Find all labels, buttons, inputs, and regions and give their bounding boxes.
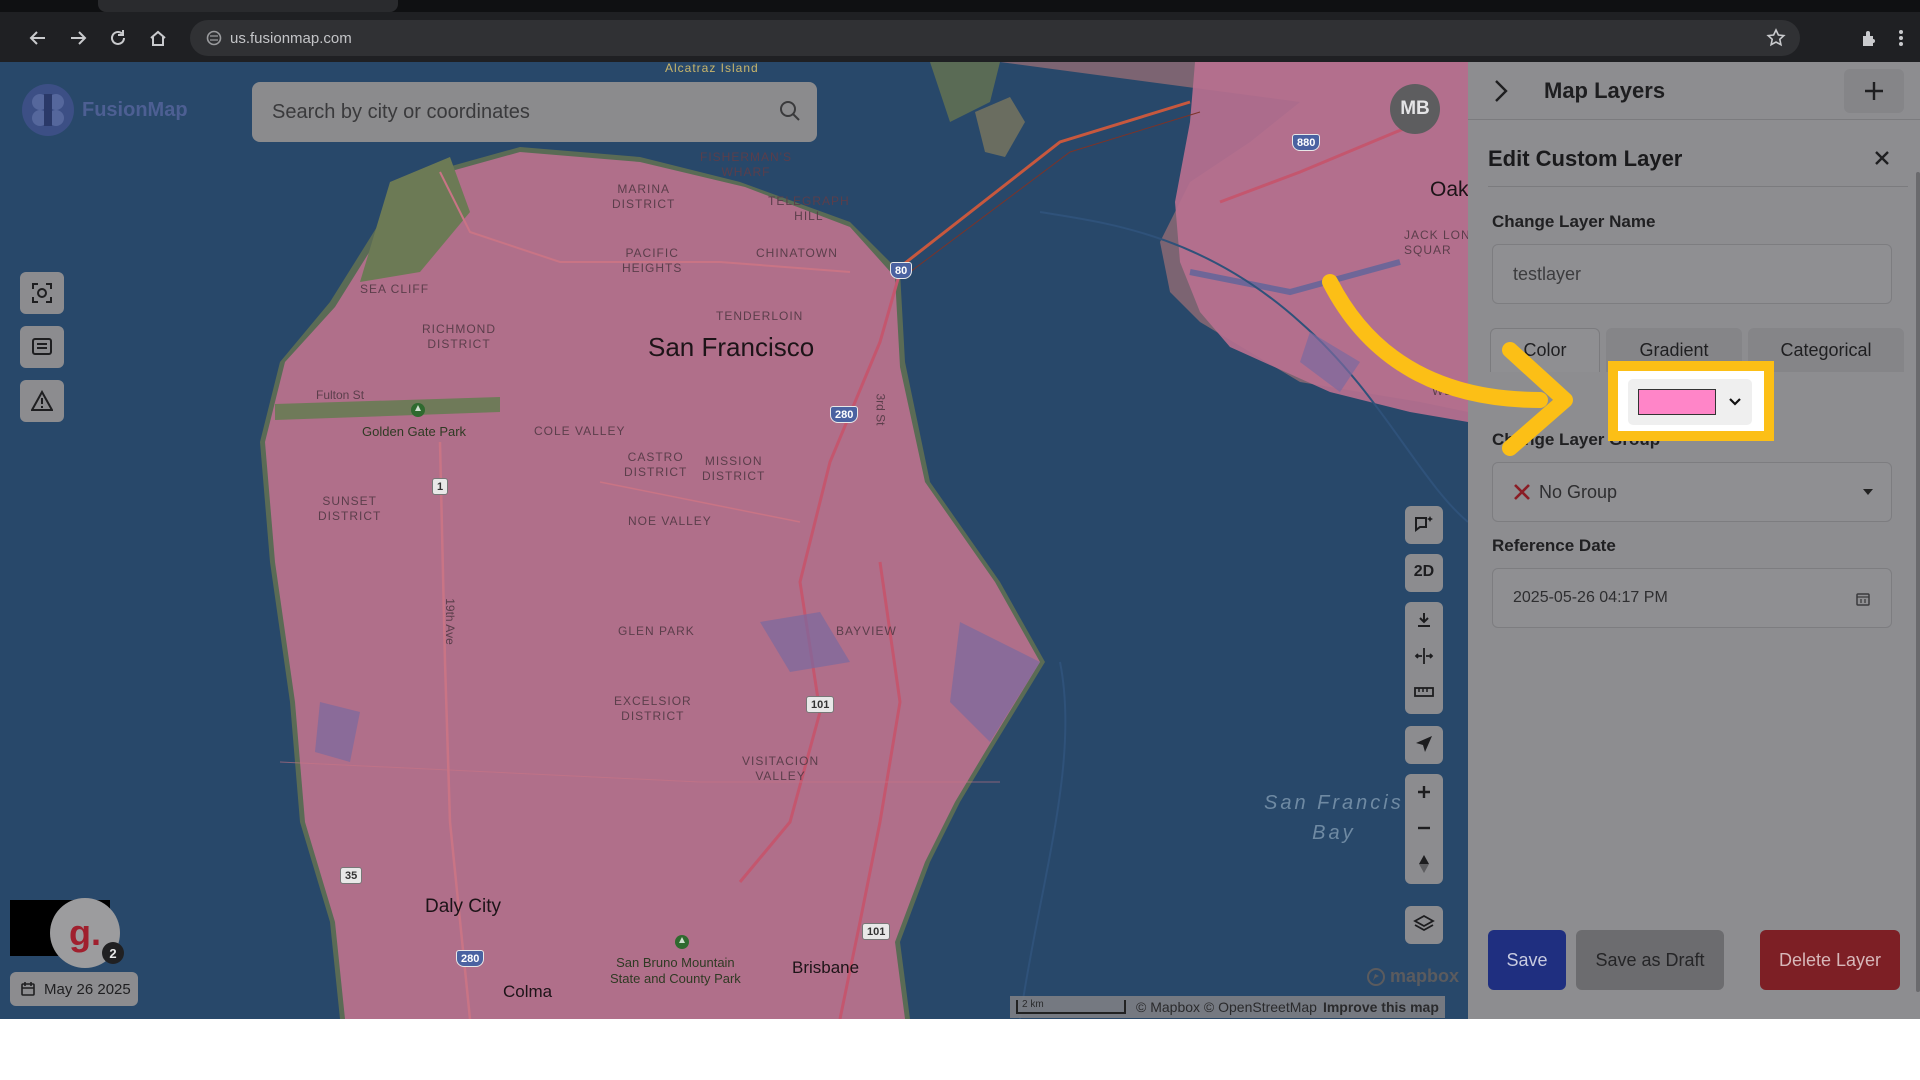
calendar-icon [20, 981, 36, 997]
search-input[interactable] [272, 100, 752, 124]
scale-bar: 2 km [1016, 1000, 1126, 1014]
browser-tab-active[interactable] [98, 0, 398, 12]
message-icon [32, 338, 52, 355]
layer-group-value: No Group [1539, 481, 1618, 502]
layers-icon [1405, 906, 1443, 942]
improve-map-link[interactable]: Improve this map [1323, 999, 1439, 1015]
map-canvas[interactable]: Alcatraz Island FISHERMAN'S WHARF MARINA… [0, 62, 1468, 1019]
compare-icon[interactable] [1405, 638, 1443, 674]
fusionmap-logo-icon [22, 84, 74, 136]
map-tools-group [1405, 602, 1443, 714]
capture-icon [32, 283, 52, 303]
layer-name-field[interactable] [1492, 244, 1892, 304]
notification-badge: 2 [102, 942, 124, 964]
edit-layer-title: Edit Custom Layer [1488, 146, 1683, 171]
no-group-x-icon [1513, 483, 1531, 501]
download-icon[interactable] [1405, 602, 1443, 638]
view-mode-toggle[interactable]: 2D [1405, 554, 1443, 592]
map-attribution: 2 km © Mapbox © OpenStreetMap Improve th… [1010, 996, 1445, 1018]
ai-assist-button[interactable] [1405, 506, 1443, 544]
reload-icon[interactable] [104, 24, 132, 52]
map-date-text: May 26 2025 [44, 980, 131, 998]
divider [1488, 186, 1908, 187]
dropdown-caret-icon [1863, 489, 1873, 495]
zoom-in-icon[interactable] [1405, 774, 1443, 810]
highway-shield-80: 80 [890, 262, 913, 279]
browser-chrome: us.fusionmap.com [0, 0, 1920, 62]
highway-shield-280-south: 280 [456, 950, 485, 967]
tab-strip [0, 0, 1920, 12]
plus-icon [1865, 82, 1883, 100]
zoom-out-icon[interactable] [1405, 810, 1443, 846]
reference-date-field[interactable]: 2025-05-26 04:17 PM [1492, 568, 1892, 628]
calendar-icon[interactable] [1855, 591, 1871, 607]
mapbox-logo[interactable]: mapbox [1366, 966, 1459, 987]
browser-menu-icon[interactable] [1888, 24, 1914, 52]
logo-text: FusionMap [82, 98, 188, 121]
ruler-icon[interactable] [1405, 674, 1443, 710]
screenshot-tool-button[interactable] [20, 272, 64, 314]
reference-date-label: Reference Date [1492, 536, 1616, 555]
mapbox-icon [1367, 967, 1385, 986]
warning-icon [31, 390, 53, 411]
url-text: us.fusionmap.com [230, 29, 352, 47]
layers-button[interactable] [1405, 906, 1443, 944]
highway-shield-101-north: 101 [806, 696, 835, 713]
highway-shield-880: 880 [1292, 134, 1321, 151]
delete-layer-button[interactable]: Delete Layer [1760, 930, 1900, 990]
bookmark-star-icon[interactable] [1766, 28, 1786, 52]
back-icon[interactable] [24, 24, 52, 52]
save-button[interactable]: Save [1488, 930, 1566, 990]
layer-group-select[interactable]: No Group [1492, 462, 1892, 522]
park-pin-icon [411, 403, 425, 417]
user-avatar[interactable]: MB [1390, 84, 1440, 134]
highway-shield-35: 35 [340, 867, 363, 884]
map-search-box[interactable] [252, 82, 817, 142]
2d-toggle-label: 2D [1413, 563, 1435, 580]
map-date-chip[interactable]: May 26 2025 [10, 972, 138, 1006]
address-bar[interactable]: us.fusionmap.com [190, 20, 1800, 56]
close-icon[interactable] [1868, 144, 1896, 172]
highway-shield-280-north: 280 [830, 406, 859, 423]
compass-icon[interactable] [1405, 846, 1443, 882]
mapbox-logo-text: mapbox [1390, 966, 1460, 986]
add-layer-button[interactable] [1844, 69, 1904, 113]
home-icon[interactable] [144, 24, 172, 52]
color-picker-highlight [1608, 361, 1774, 441]
tab-color[interactable]: Color [1490, 328, 1600, 372]
notes-tool-button[interactable] [20, 326, 64, 368]
map-base-layer [0, 62, 1468, 1019]
zoom-controls [1405, 774, 1443, 884]
panel-scrollbar[interactable] [1916, 172, 1920, 992]
alerts-tool-button[interactable] [20, 380, 64, 422]
extensions-icon[interactable] [1856, 24, 1882, 52]
forward-icon[interactable] [64, 24, 92, 52]
attribution-text[interactable]: © Mapbox © OpenStreetMap [1136, 999, 1317, 1015]
highway-shield-101-south: 101 [862, 923, 891, 940]
layer-name-input[interactable] [1513, 263, 1853, 285]
layer-name-label: Change Layer Name [1492, 212, 1656, 231]
browser-toolbar: us.fusionmap.com [0, 12, 1920, 62]
chevron-down-icon [1728, 397, 1742, 407]
map-layers-panel: Map Layers Edit Custom Layer Change Laye… [1468, 62, 1920, 1019]
sparkle-chat-icon [1405, 506, 1443, 542]
highway-shield-1: 1 [432, 478, 449, 495]
panel-title: Map Layers [1544, 78, 1666, 103]
search-icon[interactable] [779, 100, 801, 127]
save-as-draft-button[interactable]: Save as Draft [1576, 930, 1724, 990]
app-logo[interactable]: FusionMap [18, 80, 188, 140]
locate-button[interactable] [1405, 726, 1443, 764]
site-info-icon[interactable] [206, 30, 222, 46]
park-pin-icon [675, 935, 689, 949]
navigation-arrow-icon [1405, 726, 1443, 762]
panel-header: Map Layers [1468, 62, 1920, 120]
color-picker[interactable] [1628, 379, 1752, 425]
color-swatch [1638, 389, 1716, 415]
collapse-panel-icon[interactable] [1490, 78, 1512, 109]
reference-date-value: 2025-05-26 04:17 PM [1513, 589, 1668, 606]
